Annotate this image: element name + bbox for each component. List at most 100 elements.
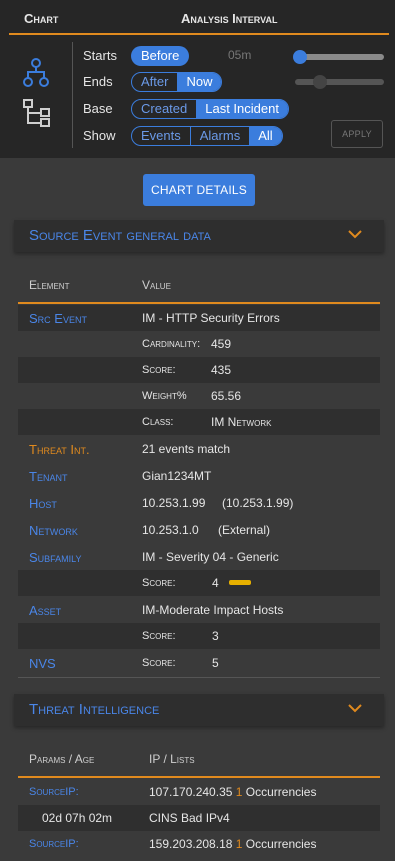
starts-slider-handle[interactable] bbox=[293, 50, 307, 64]
ip-address: 107.170.240.35 bbox=[149, 785, 233, 799]
asset-score-row: Score: 3 bbox=[18, 623, 380, 649]
threat-age: 02d 07h 02m bbox=[42, 811, 113, 825]
base-toggle: Created Last Incident bbox=[131, 99, 289, 119]
cardinality-value: 459 bbox=[211, 337, 232, 351]
base-created-option[interactable]: Created bbox=[132, 100, 196, 118]
threat-table-header: Params / Age IP / Lists bbox=[18, 744, 380, 774]
occurrence-label: Occurrencies bbox=[245, 785, 317, 799]
show-alarms-option[interactable]: Alarms bbox=[191, 127, 249, 145]
network-extra: (External) bbox=[218, 523, 271, 537]
asset-score-value: 3 bbox=[212, 629, 219, 643]
ends-after-option[interactable]: After bbox=[132, 73, 177, 91]
host-extra: (10.253.1.99) bbox=[222, 496, 294, 510]
asset-row: Asset IM-Moderate Impact Hosts bbox=[18, 597, 380, 623]
show-all-option[interactable]: All bbox=[249, 127, 282, 145]
asset-score-key: Score: bbox=[142, 630, 176, 642]
threat-int-key[interactable]: Threat Int. bbox=[29, 442, 90, 457]
ends-label: Ends bbox=[83, 74, 113, 89]
tenant-key[interactable]: Tenant bbox=[29, 469, 67, 484]
subfamily-key[interactable]: Subfamily bbox=[29, 550, 82, 565]
ends-slider bbox=[295, 79, 384, 85]
ip-address: 159.203.208.18 bbox=[149, 837, 233, 851]
score-bar bbox=[229, 580, 251, 585]
occurrence-count: 1 bbox=[235, 785, 243, 799]
threat-row: SourceIP: 159.203.208.18 1 Occurrencies bbox=[18, 831, 380, 857]
occurrence-count: 1 bbox=[235, 837, 243, 851]
nvs-score-key: Score: bbox=[142, 657, 176, 669]
show-events-option[interactable]: Events bbox=[132, 127, 191, 145]
chevron-down-icon[interactable] bbox=[348, 703, 362, 713]
subfamily-value: IM - Severity 04 - Generic bbox=[142, 550, 279, 564]
params-age-column-header: Params / Age bbox=[29, 752, 95, 766]
src-event-value: IM - HTTP Security Errors bbox=[142, 311, 280, 325]
asset-key[interactable]: Asset bbox=[29, 603, 61, 618]
host-value: 10.253.1.99 bbox=[142, 496, 206, 510]
threat-int-row: Threat Int. 21 events match bbox=[18, 436, 380, 462]
source-event-table-header: Element Value bbox=[18, 270, 380, 300]
asset-value: IM-Moderate Impact Hosts bbox=[142, 603, 284, 617]
weight-value: 65.56 bbox=[211, 389, 242, 403]
subfamily-score-key: Score: bbox=[142, 577, 176, 589]
apply-button[interactable]: APPLY bbox=[331, 120, 383, 148]
panel-separator bbox=[72, 42, 73, 148]
tenant-value: Gian1234MT bbox=[142, 469, 212, 483]
source-ip-key[interactable]: SourceIP: bbox=[29, 838, 79, 850]
weight-key: Weight% bbox=[142, 390, 187, 402]
network-key[interactable]: Network bbox=[29, 523, 78, 538]
before-button[interactable]: Before bbox=[131, 46, 190, 66]
class-value: IM Network bbox=[211, 415, 272, 429]
src-event-row: Src Event IM - HTTP Security Errors bbox=[18, 305, 380, 331]
class-row: Class: IM Network bbox=[18, 409, 380, 435]
nvs-key[interactable]: NVS bbox=[29, 656, 56, 671]
ends-now-option[interactable]: Now bbox=[177, 73, 222, 91]
panel-header: Chart Analysis Interval bbox=[0, 0, 395, 36]
starts-label: Starts bbox=[83, 48, 117, 63]
show-toggle: Events Alarms All bbox=[131, 126, 283, 146]
score-key: Score: bbox=[142, 364, 176, 376]
chart-details-button[interactable]: CHART DETAILS bbox=[143, 174, 255, 206]
threat-header-divider bbox=[18, 776, 380, 778]
src-event-key[interactable]: Src Event bbox=[29, 311, 87, 326]
host-row: Host 10.253.1.99 (10.253.1.99) bbox=[18, 490, 380, 516]
occurrence-label: Occurrencies bbox=[245, 837, 317, 851]
nvs-row: NVS Score: 5 bbox=[18, 650, 380, 676]
class-key: Class: bbox=[142, 416, 174, 428]
subfamily-score-value: 4 bbox=[212, 576, 219, 590]
ip-lists-column-header: IP / Lists bbox=[149, 752, 195, 766]
starts-slider[interactable] bbox=[295, 54, 384, 60]
threat-row: SourceIP: 107.170.240.35 1 Occurrencies bbox=[18, 779, 380, 805]
header-divider bbox=[9, 33, 389, 35]
starts-offset-value: 05m bbox=[228, 48, 252, 62]
threat-ip-value: 159.203.208.18 1 Occurrencies bbox=[149, 837, 316, 851]
ends-toggle: After Now bbox=[131, 72, 223, 92]
threat-intelligence-title: Threat Intelligence bbox=[29, 701, 160, 718]
threat-intelligence-accordion[interactable]: Threat Intelligence bbox=[14, 694, 384, 726]
threat-list-name: CINS Bad IPv4 bbox=[149, 811, 230, 825]
network-value: 10.253.1.0 bbox=[142, 523, 199, 537]
hierarchy-chart-icon[interactable] bbox=[22, 98, 52, 128]
base-last-incident-option[interactable]: Last Incident bbox=[196, 100, 288, 118]
analysis-interval-title: Analysis Interval bbox=[181, 11, 278, 26]
network-row: Network 10.253.1.0 (External) bbox=[18, 517, 380, 543]
host-key[interactable]: Host bbox=[29, 496, 57, 511]
table-bottom-divider bbox=[18, 677, 380, 678]
element-column-header: Element bbox=[29, 278, 70, 292]
threat-int-value: 21 events match bbox=[142, 442, 231, 456]
cardinality-row: Cardinality: 459 bbox=[18, 331, 380, 357]
cardinality-key: Cardinality: bbox=[142, 338, 201, 350]
subfamily-row: Subfamily IM - Severity 04 - Generic bbox=[18, 544, 380, 570]
tenant-row: Tenant Gian1234MT bbox=[18, 463, 380, 489]
source-event-accordion[interactable]: Source Event general data bbox=[14, 220, 384, 252]
chevron-down-icon[interactable] bbox=[348, 229, 362, 239]
base-label: Base bbox=[83, 101, 113, 116]
threat-ip-value: 107.170.240.35 1 Occurrencies bbox=[149, 785, 316, 799]
ends-slider-handle bbox=[313, 75, 327, 89]
score-row: Score: 435 bbox=[18, 357, 380, 383]
weight-row: Weight% 65.56 bbox=[18, 383, 380, 409]
subfamily-score-row: Score: 4 bbox=[18, 570, 380, 596]
table-header-divider bbox=[18, 302, 380, 304]
tree-chart-icon[interactable] bbox=[22, 58, 50, 88]
source-ip-key[interactable]: SourceIP: bbox=[29, 786, 79, 798]
threat-row: 02d 07h 02m CINS Bad IPv4 bbox=[18, 805, 380, 831]
value-column-header: Value bbox=[142, 278, 171, 292]
